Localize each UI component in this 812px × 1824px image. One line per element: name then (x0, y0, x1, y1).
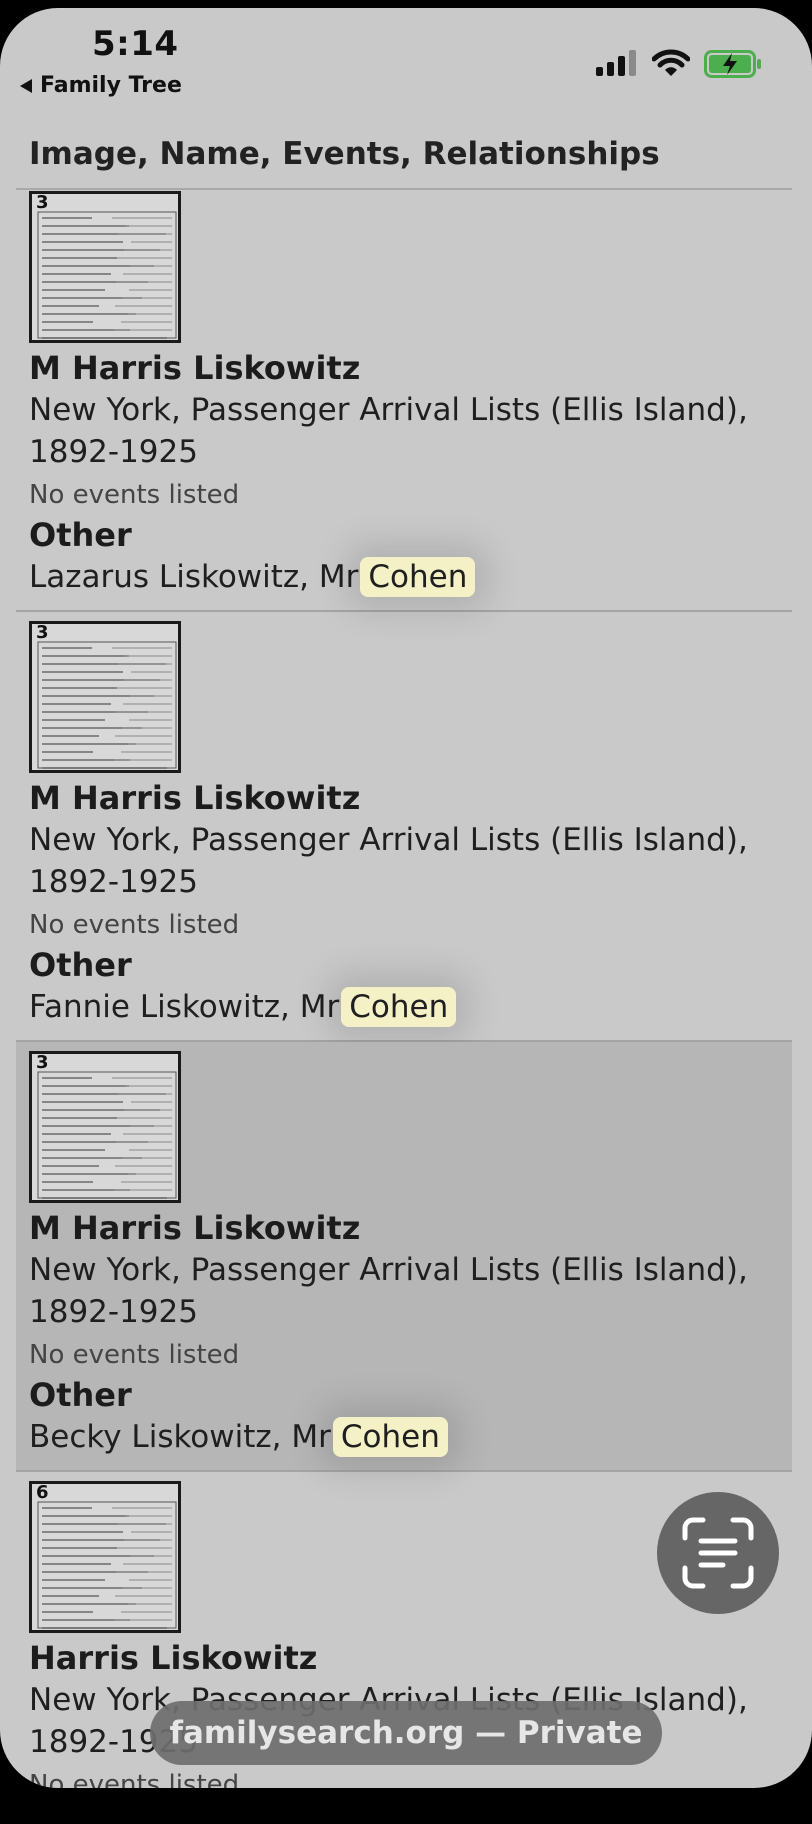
record-collection: New York, Passenger Arrival Lists (Ellis… (29, 392, 748, 470)
cellular-signal-icon (596, 50, 638, 76)
record-events: No events listed (29, 480, 240, 510)
back-arrow-icon (20, 78, 32, 93)
thumbnail-number: 6 (36, 1482, 49, 1503)
relationship-names: Fannie Liskowitz, Mr Cohen (29, 985, 792, 1029)
record-collection: New York, Passenger Arrival Lists (Ellis… (29, 1252, 748, 1330)
relationship-type: Other (29, 516, 132, 554)
battery-charging-icon (704, 50, 762, 78)
record-events: No events listed (29, 910, 240, 940)
wifi-icon (651, 48, 691, 78)
back-to-app-button[interactable]: Family Tree (20, 73, 182, 98)
record-name: M Harris Liskowitz (29, 1209, 361, 1247)
relationship-names: Becky Liskowitz, Mr Cohen (29, 1415, 792, 1459)
address-bar[interactable]: familysearch.org — Private (150, 1701, 662, 1765)
record-events: No events listed (29, 1770, 240, 1788)
record-row[interactable]: 3 M Harris Liskowitz New York, Passenger A… (16, 182, 792, 612)
live-text-scan-icon (682, 1517, 754, 1589)
thumbnail-number: 3 (36, 622, 49, 643)
relationship-type: Other (29, 1376, 132, 1414)
thumbnail-number: 3 (36, 192, 49, 213)
search-highlight: Cohen (332, 1417, 448, 1457)
relationship-names: Lazarus Liskowitz, Mr Cohen (29, 555, 792, 599)
thumbnail-number: 3 (36, 1052, 49, 1073)
status-time: 5:14 (92, 24, 179, 64)
record-row[interactable]: 3 M Harris Liskowitz New York, Passenger A… (16, 612, 792, 1042)
relationship-names-text: Becky Liskowitz, Mr (29, 1419, 331, 1455)
record-events: No events listed (29, 1340, 240, 1370)
record-collection: New York, Passenger Arrival Lists (Ellis… (29, 822, 748, 900)
live-text-button[interactable] (657, 1492, 779, 1614)
relationship-type: Other (29, 946, 132, 984)
record-name: M Harris Liskowitz (29, 349, 361, 387)
search-highlight: Cohen (360, 557, 476, 597)
relationship-names-text: Fannie Liskowitz, Mr (29, 989, 340, 1025)
status-bar: 5:14 Family Tree (0, 8, 812, 108)
search-highlight: Cohen (341, 987, 457, 1027)
record-thumbnail[interactable]: 3 (29, 1051, 181, 1203)
record-thumbnail[interactable]: 3 (29, 621, 181, 773)
table-column-header: Image, Name, Events, Relationships (16, 108, 792, 190)
record-thumbnail[interactable]: 3 (29, 191, 181, 343)
relationship-names-text: Lazarus Liskowitz, Mr (29, 559, 359, 595)
record-row[interactable]: 3 M Harris Liskowitz New York, Passenger A… (16, 1042, 792, 1472)
record-name: M Harris Liskowitz (29, 779, 361, 817)
phone-screen: 5:14 Family Tree Image, Name, Events, Re… (0, 8, 812, 1788)
back-label: Family Tree (40, 73, 182, 98)
record-thumbnail[interactable]: 6 (29, 1481, 181, 1633)
record-name: Harris Liskowitz (29, 1639, 318, 1677)
